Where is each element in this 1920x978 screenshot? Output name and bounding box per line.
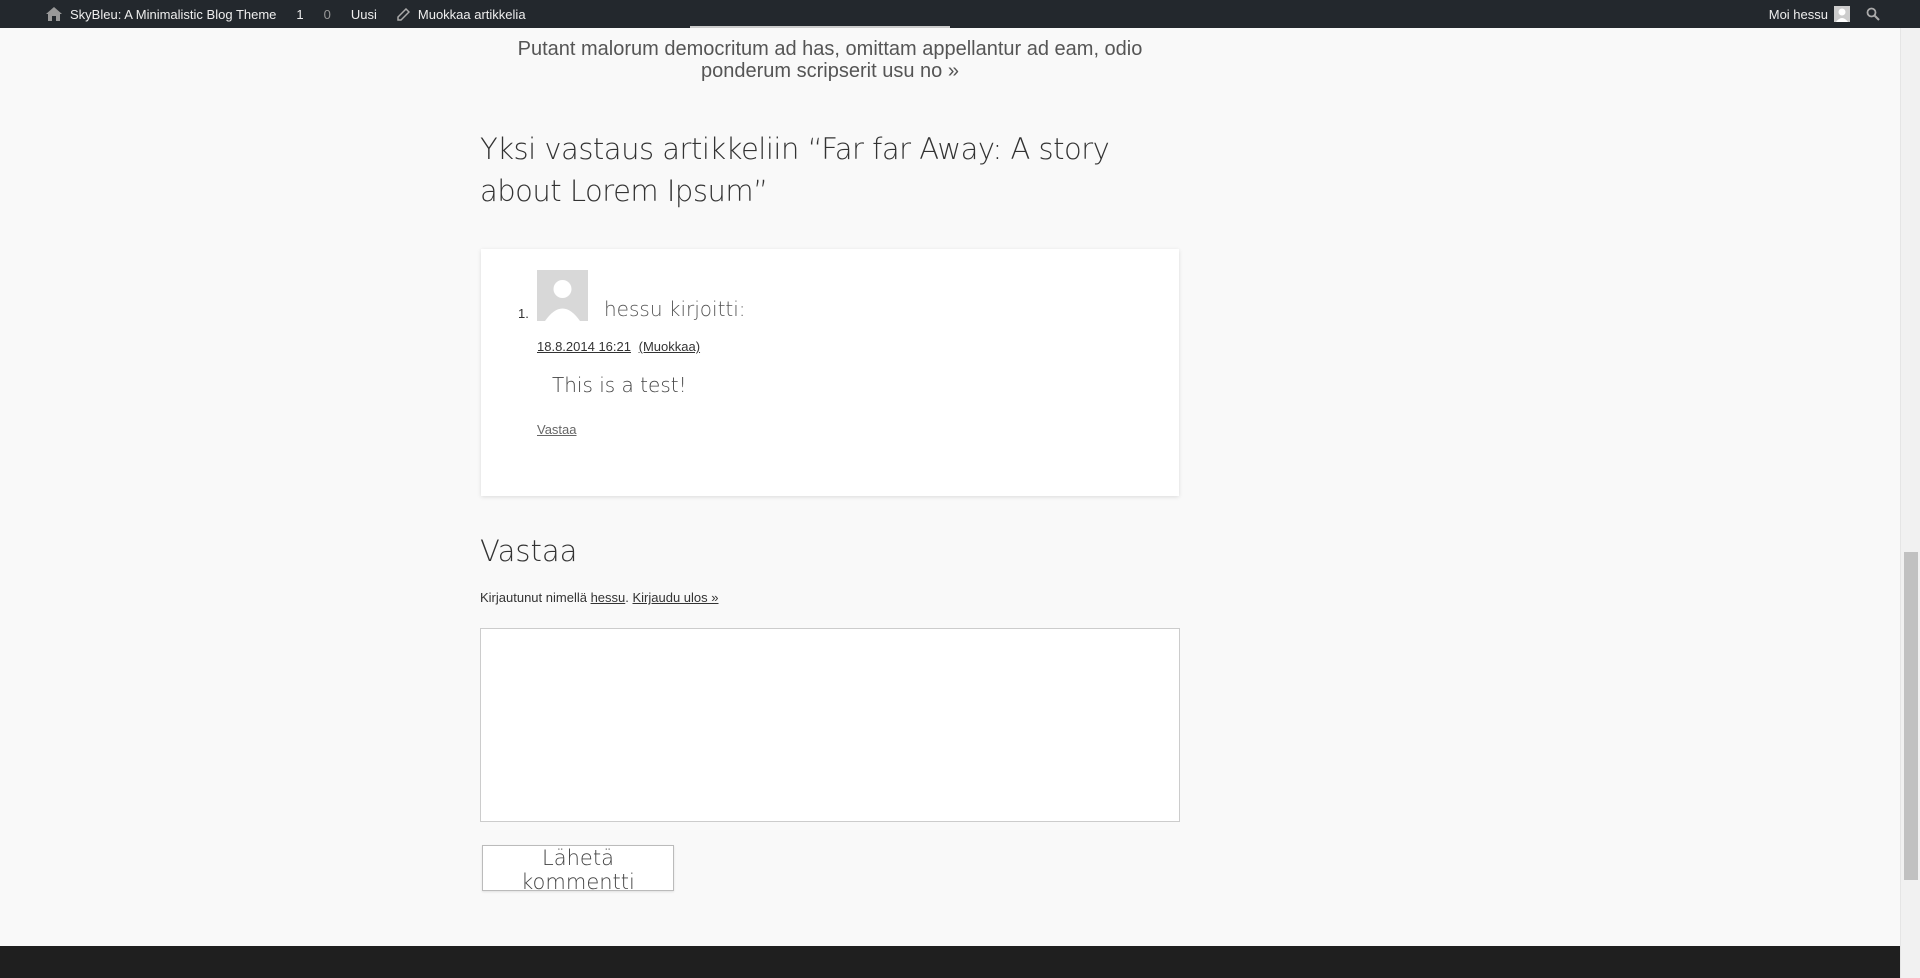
page-scrollbar[interactable] xyxy=(1900,28,1920,978)
reply-title: Vastaa xyxy=(480,534,578,568)
comment-text: This is a test! xyxy=(552,373,687,397)
logged-separator: . xyxy=(625,590,633,605)
comment-edit-link[interactable]: (Muokkaa) xyxy=(639,339,700,354)
comment-list: 1. hessu kirjoitti: 18.8.2014 16:21 (Muo… xyxy=(481,249,1179,496)
greeting-label: Moi hessu xyxy=(1768,6,1828,22)
logout-link[interactable]: Kirjaudu ulos » xyxy=(633,590,719,605)
new-label: Uusi xyxy=(350,6,377,22)
clipped-text-line xyxy=(480,18,1180,28)
user-avatar-icon xyxy=(1834,6,1850,22)
comment-number: 1. xyxy=(518,306,529,321)
my-account-link[interactable]: Moi hessu xyxy=(1759,0,1856,28)
admin-bar-left: SkyBleu: A Minimalistic Blog Theme 1 0 U… xyxy=(36,0,536,28)
submit-comment-button[interactable]: Lähetä kommentti xyxy=(482,845,674,894)
person-icon xyxy=(545,280,580,321)
pencil-icon xyxy=(397,7,410,21)
comment-avatar xyxy=(537,270,588,321)
comments-link[interactable]: 0 xyxy=(314,0,341,28)
comment-textarea[interactable] xyxy=(480,628,1180,822)
profile-link[interactable]: hessu xyxy=(591,590,626,605)
scrollbar-thumb[interactable] xyxy=(1904,552,1918,880)
updates-count: 1 xyxy=(296,6,304,22)
logged-in-as: Kirjautunut nimellä hessu. Kirjaudu ulos… xyxy=(480,590,719,605)
comment-author-line: hessu kirjoitti: xyxy=(604,297,746,321)
search-icon xyxy=(1866,7,1880,21)
comment-reply-link[interactable]: Vastaa xyxy=(537,422,577,437)
comment-author: hessu xyxy=(604,297,663,321)
comments-count: 0 xyxy=(323,6,331,22)
new-content-link[interactable]: Uusi xyxy=(341,0,387,28)
excerpt-line-2[interactable]: ponderum scripserit usu no » xyxy=(480,60,1180,82)
home-icon xyxy=(46,7,62,21)
comment-date-link[interactable]: 18.8.2014 16:21 xyxy=(537,339,631,354)
excerpt-line-1: Putant malorum democritum ad has, omitta… xyxy=(517,38,1143,60)
search-button[interactable] xyxy=(1856,0,1890,28)
site-footer xyxy=(0,946,1900,978)
comment-meta: 18.8.2014 16:21 (Muokkaa) xyxy=(537,339,700,354)
site-name-link[interactable]: SkyBleu: A Minimalistic Blog Theme xyxy=(36,0,286,28)
comment-says: kirjoitti: xyxy=(668,297,746,321)
logged-prefix: Kirjautunut nimellä xyxy=(480,590,591,605)
post-excerpt: Putant malorum democritum ad has, omitta… xyxy=(480,38,1180,82)
updates-link[interactable]: 1 xyxy=(286,0,313,28)
comments-title: Yksi vastaus artikkeliin “Far far Away: … xyxy=(480,132,1110,208)
site-name-label: SkyBleu: A Minimalistic Blog Theme xyxy=(70,6,277,22)
admin-bar-right: Moi hessu xyxy=(1759,0,1890,28)
